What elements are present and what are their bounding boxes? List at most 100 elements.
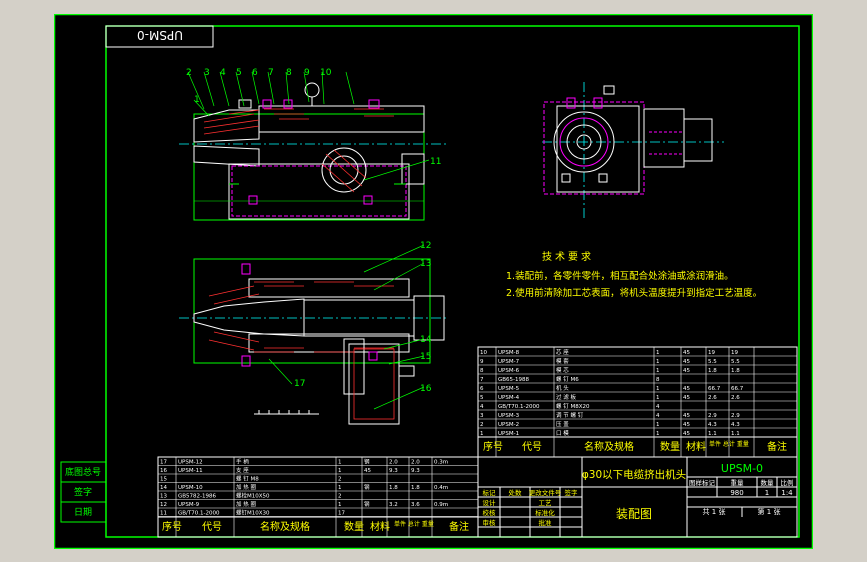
- bom-header-note: 备注: [767, 440, 787, 453]
- bom-row: 5 UPSM-4 过 滤 板 1 45 2.6 2.6: [478, 393, 797, 402]
- bom-cell-code: UPSM-10: [178, 485, 203, 491]
- mass-value: 980: [730, 489, 743, 497]
- bom-header-name: 名称及规格: [260, 520, 310, 533]
- bom-cell-name: 机 头: [556, 384, 569, 392]
- bom-cell-name: 模 芯: [556, 366, 569, 374]
- tech-note: 2.使用前清除加工芯表面，将机头温度提升到指定工艺温度。: [506, 287, 762, 299]
- bom-header-qty: 数量: [660, 440, 680, 453]
- leader-number: 1: [194, 95, 200, 105]
- bom-cell-note: 0.9m: [434, 502, 448, 508]
- bom-header-code: 代号: [522, 441, 542, 453]
- bom-cell-qty: 1: [338, 502, 342, 508]
- leader-number: 13: [420, 259, 431, 269]
- bom-row: 8 UPSM-6 模 芯 1 45 1.8 1.8: [478, 366, 797, 375]
- bom-cell-w1: 2.6: [708, 395, 717, 401]
- bom-cell-w2: 1.1: [731, 431, 740, 437]
- bom-cell-code: GB/T70.1-2000: [498, 404, 540, 410]
- bom-cell-code: UPSM-3: [498, 413, 520, 419]
- drawing-canvas: UPSM-0 底图总号 签字 日期 1 2 3 4 5 6 7 8 9 10 1…: [54, 14, 813, 549]
- bom-row: 1 UPSM-1 口 模 1 45 1.1 1.1: [478, 429, 797, 438]
- bom-cell-qty: 1: [338, 460, 342, 466]
- bom-cell-note: 0.4m: [434, 485, 448, 491]
- drawing-title: φ30以下电缆挤出机头: [582, 468, 686, 481]
- bom-cell-qty: 17: [338, 511, 345, 517]
- bom-cell-name: 手 柄: [236, 458, 249, 466]
- leader-number: 16: [420, 384, 432, 394]
- scale-value: 1:4: [781, 489, 793, 497]
- title-header: 比例: [781, 478, 794, 487]
- bom-cell-seq: 11: [160, 511, 167, 517]
- technical-requirements: 技术要求 1.装配前，各零件零件，相互配合处涂油或涂润滑油。 2.使用前清除加工…: [506, 250, 762, 299]
- bom-cell-w1: 2.0: [389, 460, 398, 466]
- quantity-value: 1: [765, 489, 769, 497]
- bom-cell-name: 芯 座: [556, 348, 569, 356]
- bom-cell-seq: 15: [160, 477, 167, 483]
- bom-cell-qty: 1: [338, 485, 342, 491]
- bom-cell-w2: 1.8: [731, 368, 740, 374]
- bom-cell-seq: 4: [480, 404, 484, 410]
- tech-note: 1.装配前，各零件零件，相互配合处涂油或涂润滑油。: [506, 270, 734, 282]
- bom-left-table: 17 UPSM-12 手 柄 1 钢 2.0 2.0 0.3m 16 UPSM-11 支 座 1 45 9…: [157, 456, 479, 538]
- sign-role: 批准: [539, 518, 553, 527]
- leader-number: 6: [252, 68, 258, 78]
- bom-cell-w1: 66.7: [708, 386, 721, 392]
- bom-cell-w1: 9.3: [389, 468, 398, 474]
- bom-cell-w2: 2.6: [731, 395, 740, 401]
- bom-cell-qty: 1: [656, 395, 660, 401]
- bom-cell-qty: 1: [338, 468, 342, 474]
- bom-cell-qty: 2: [338, 477, 342, 483]
- bom-row: 3 UPSM-3 调 节 螺 钉 4 45 2.9 2.9: [478, 411, 797, 420]
- bom-cell-seq: 3: [480, 413, 484, 419]
- bom-cell-mat: 45: [683, 431, 690, 437]
- bom-cell-w2: 1.8: [411, 485, 420, 491]
- bom-cell-qty: 2: [338, 494, 342, 500]
- bom-cell-code: UPSM-4: [498, 395, 520, 401]
- bom-right-table: 10 UPSM-8 芯 座 1 45 19 199 UPSM-7 模 套 1 45 5.5 5.58 UP…: [477, 346, 798, 458]
- bom-cell-code: GB5782-1986: [178, 494, 217, 500]
- bom-cell-code: UPSM-5: [498, 386, 520, 392]
- leader-lines: [187, 71, 430, 410]
- bom-row: 17 UPSM-12 手 柄 1 钢 2.0 2.0 0.3m: [158, 458, 478, 466]
- bom-cell-seq: 2: [480, 422, 484, 428]
- front-view-top: [179, 82, 449, 221]
- drawing-subtitle: 装配图: [616, 507, 652, 521]
- bom-cell-w1: 1.8: [708, 368, 717, 374]
- sheet-label: 第 1 张: [758, 507, 781, 516]
- bom-cell-mat: 45: [683, 395, 690, 401]
- bom-header-qty: 数量: [344, 520, 364, 533]
- bom-cell-name: 螺钉M10X30: [236, 509, 270, 517]
- bom-cell-mat: 45: [683, 386, 690, 392]
- bom-header-name: 名称及规格: [584, 440, 634, 453]
- bom-row: 6 UPSM-5 机 头 1 45 66.7 66.7: [478, 384, 797, 393]
- bom-cell-w1: 5.5: [708, 359, 717, 365]
- bom-cell-seq: 9: [480, 359, 484, 365]
- sign-role: 标准化: [535, 508, 555, 517]
- left-sign-block: 底图总号 签字 日期: [60, 461, 107, 523]
- sign-role: 校核: [483, 508, 497, 517]
- bom-header-seq: 序号: [483, 440, 503, 453]
- bom-cell-code: UPSM-2: [498, 422, 519, 428]
- bom-row: 15 螺 钉 M8 2: [158, 475, 478, 483]
- title-header: 重量: [731, 479, 745, 487]
- bom-cell-seq: 12: [160, 502, 167, 508]
- bom-cell-mat: 45: [364, 468, 371, 474]
- bom-cell-qty: 1: [656, 359, 660, 365]
- bom-cell-qty: 1: [656, 350, 660, 356]
- svg-text:UPSM-0: UPSM-0: [137, 28, 183, 42]
- bom-cell-qty: 1: [656, 431, 660, 437]
- bom-cell-seq: 5: [480, 395, 484, 401]
- leader-number: 2: [186, 68, 192, 78]
- bom-cell-w1: 3.2: [389, 502, 398, 508]
- bom-cell-code: UPSM-11: [178, 468, 203, 474]
- bom-cell-mat: 45: [683, 422, 690, 428]
- bom-cell-name: 螺 钉 M8X20: [556, 402, 590, 410]
- bom-row: 16 UPSM-11 支 座 1 45 9.3 9.3: [158, 466, 478, 475]
- bom-cell-name: 调 节 螺 钉: [556, 411, 584, 419]
- bom-row: 11 GB/T70.1-2000 螺钉M10X30 17: [158, 509, 478, 517]
- bom-cell-name: 加 热 圈: [236, 500, 256, 508]
- bom-cell-seq: 8: [480, 368, 484, 374]
- bom-header-code: 代号: [202, 521, 222, 533]
- bom-cell-name: 口 模: [556, 429, 569, 437]
- bom-cell-mat: 钢: [364, 500, 370, 508]
- leader-number: 10: [320, 68, 332, 78]
